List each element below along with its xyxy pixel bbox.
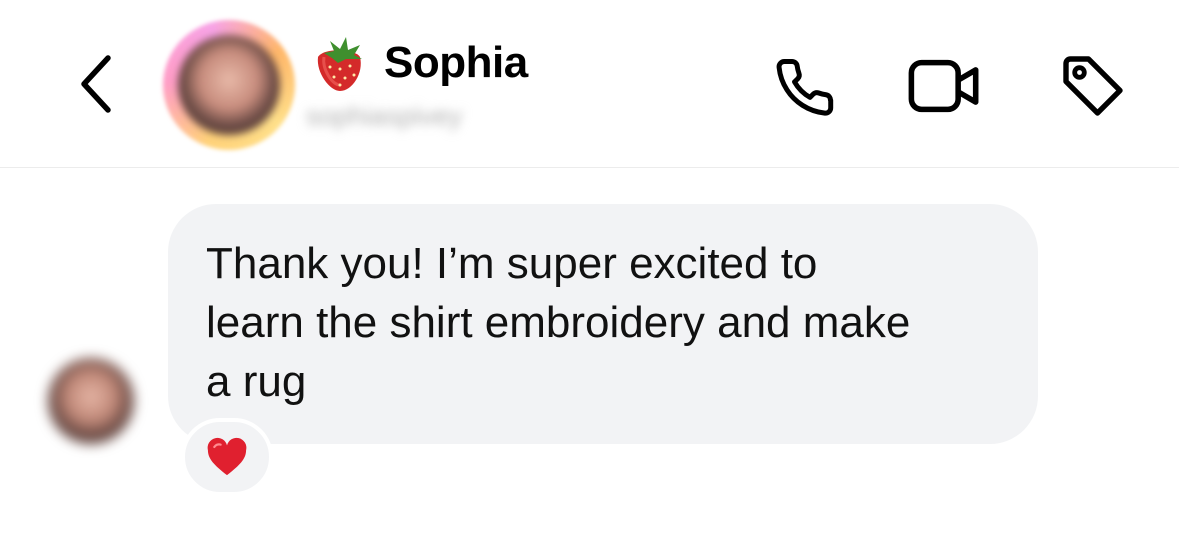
contact-username: sophiaspivey bbox=[306, 101, 463, 131]
red-heart-icon bbox=[207, 437, 247, 476]
strawberry-icon bbox=[317, 37, 362, 91]
chevron-left-icon bbox=[81, 55, 111, 113]
phone-icon bbox=[776, 59, 834, 116]
video-call-button[interactable] bbox=[907, 48, 983, 124]
message-reaction[interactable] bbox=[181, 418, 273, 496]
contact-name-row[interactable]: Sophia bbox=[310, 30, 528, 96]
tag-button[interactable] bbox=[1055, 48, 1131, 124]
back-button[interactable] bbox=[66, 52, 126, 116]
contact-name: Sophia bbox=[384, 38, 528, 87]
sender-avatar[interactable] bbox=[48, 358, 134, 444]
tag-icon bbox=[1063, 56, 1123, 116]
message-bubble[interactable]: Thank you! I’m super excited to learn th… bbox=[168, 204, 1038, 444]
message-text: Thank you! I’m super excited to learn th… bbox=[206, 239, 911, 406]
chat-header: Sophia sophiaspivey bbox=[0, 0, 1179, 168]
call-button[interactable] bbox=[765, 48, 841, 124]
avatar[interactable] bbox=[178, 35, 280, 135]
video-camera-icon bbox=[908, 59, 979, 113]
